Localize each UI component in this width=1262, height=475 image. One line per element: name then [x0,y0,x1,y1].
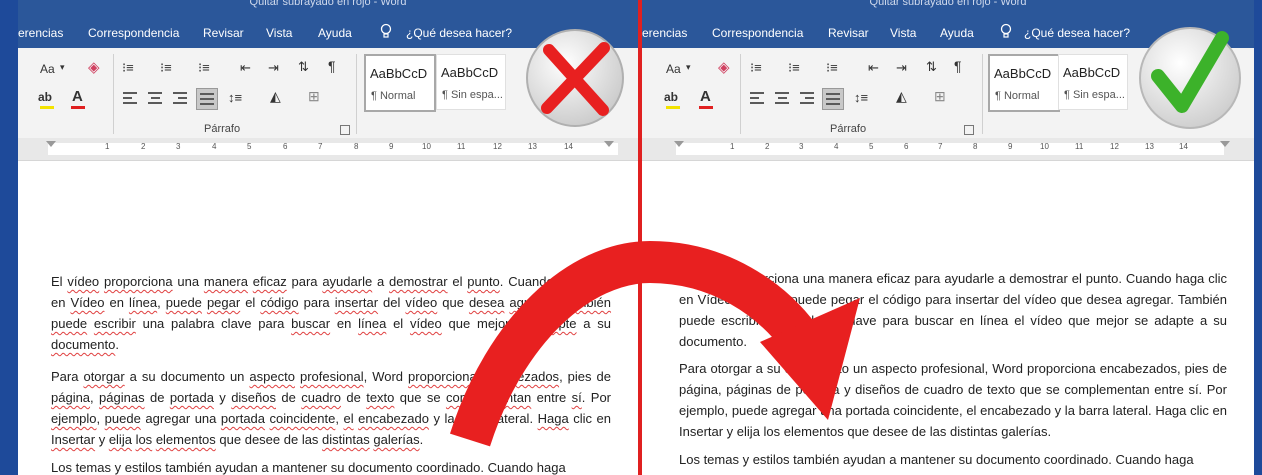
wrong-x-icon [526,29,624,127]
curved-arrow-icon [449,240,860,447]
overlay-graphics [449,27,1241,447]
correct-check-icon [1139,27,1241,129]
